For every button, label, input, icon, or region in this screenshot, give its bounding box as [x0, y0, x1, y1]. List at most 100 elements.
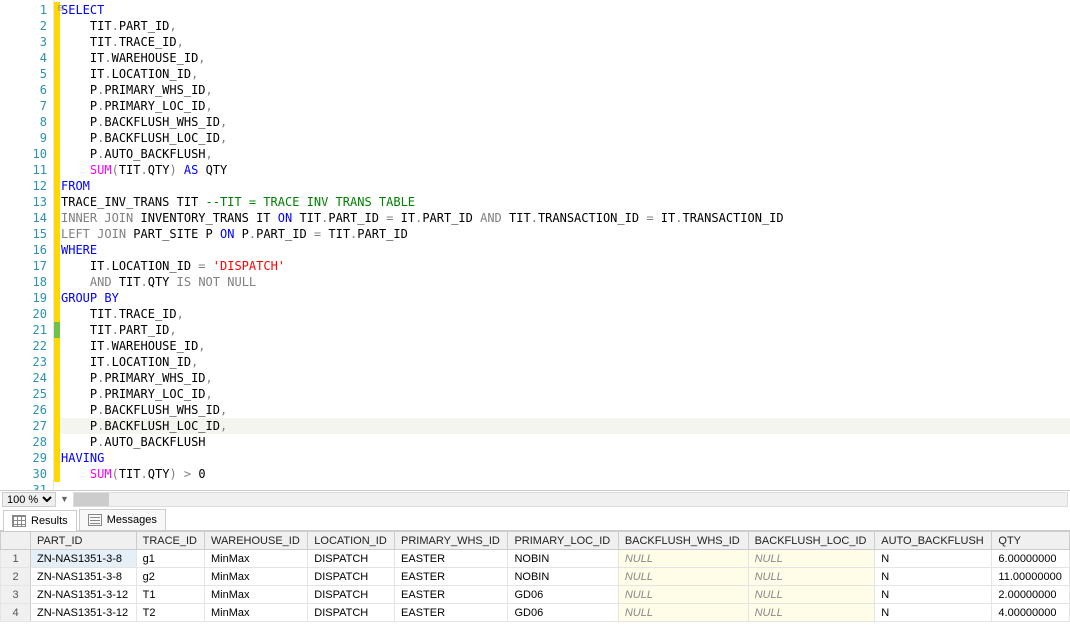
line-number[interactable]: 12	[0, 178, 53, 194]
line-number[interactable]: 19	[0, 290, 53, 306]
line-number[interactable]: 4	[0, 50, 53, 66]
code-line[interactable]: P.BACKFLUSH_WHS_ID,	[60, 114, 1070, 130]
cell[interactable]: DISPATCH	[308, 550, 395, 568]
line-number[interactable]: 7	[0, 98, 53, 114]
cell[interactable]: GD06	[508, 586, 618, 604]
table-row[interactable]: 4ZN-NAS1351-3-12T2MinMaxDISPATCHEASTERGD…	[1, 604, 1070, 622]
cell[interactable]: N	[875, 568, 992, 586]
row-header-corner[interactable]	[1, 532, 31, 550]
cell[interactable]: N	[875, 550, 992, 568]
code-line[interactable]: TIT.TRACE_ID,	[60, 306, 1070, 322]
cell[interactable]: 6.00000000	[992, 550, 1070, 568]
line-number[interactable]: 21	[0, 322, 53, 338]
table-row[interactable]: 3ZN-NAS1351-3-12T1MinMaxDISPATCHEASTERGD…	[1, 586, 1070, 604]
cell[interactable]: DISPATCH	[308, 604, 395, 622]
line-number[interactable]: 27	[0, 418, 53, 434]
cell[interactable]: DISPATCH	[308, 586, 395, 604]
line-number[interactable]: 29	[0, 450, 53, 466]
code-line[interactable]: P.BACKFLUSH_LOC_ID,	[60, 418, 1070, 434]
cell[interactable]: NULL	[748, 586, 875, 604]
cell[interactable]: T1	[136, 586, 204, 604]
cell[interactable]: ZN-NAS1351-3-12	[31, 586, 137, 604]
line-number[interactable]: 6	[0, 82, 53, 98]
line-number[interactable]: 16	[0, 242, 53, 258]
cell[interactable]: NULL	[618, 586, 748, 604]
line-number[interactable]: 8	[0, 114, 53, 130]
cell[interactable]: ZN-NAS1351-3-8	[31, 550, 137, 568]
code-line[interactable]: IT.WAREHOUSE_ID,	[60, 50, 1070, 66]
line-number[interactable]: 24	[0, 370, 53, 386]
cell[interactable]: DISPATCH	[308, 568, 395, 586]
cell[interactable]: 11.00000000	[992, 568, 1070, 586]
column-header[interactable]: LOCATION_ID	[308, 532, 395, 550]
tab-messages[interactable]: Messages	[79, 509, 166, 530]
cell[interactable]: T2	[136, 604, 204, 622]
line-number[interactable]: 20	[0, 306, 53, 322]
code-line[interactable]: AND TIT.QTY IS NOT NULL	[60, 274, 1070, 290]
cell[interactable]: MinMax	[204, 604, 307, 622]
cell[interactable]: EASTER	[395, 604, 508, 622]
column-header[interactable]: TRACE_ID	[136, 532, 204, 550]
code-line[interactable]: TIT.TRACE_ID,	[60, 34, 1070, 50]
column-header[interactable]: AUTO_BACKFLUSH	[875, 532, 992, 550]
line-number[interactable]: 1	[0, 2, 53, 18]
line-number[interactable]: 10	[0, 146, 53, 162]
code-line[interactable]	[60, 482, 1070, 490]
code-line[interactable]: LEFT JOIN PART_SITE P ON P.PART_ID = TIT…	[60, 226, 1070, 242]
cell[interactable]: 2.00000000	[992, 586, 1070, 604]
cell[interactable]: NOBIN	[508, 550, 618, 568]
code-line[interactable]: GROUP BY	[60, 290, 1070, 306]
line-number[interactable]: 15	[0, 226, 53, 242]
column-header[interactable]: PART_ID	[31, 532, 137, 550]
code-line[interactable]: IT.LOCATION_ID,	[60, 354, 1070, 370]
code-line[interactable]: TIT.PART_ID,	[60, 18, 1070, 34]
cell[interactable]: ZN-NAS1351-3-12	[31, 604, 137, 622]
code-line[interactable]: INNER JOIN INVENTORY_TRANS IT ON TIT.PAR…	[60, 210, 1070, 226]
line-number[interactable]: 26	[0, 402, 53, 418]
horizontal-scrollbar[interactable]	[73, 492, 1068, 507]
cell[interactable]: NOBIN	[508, 568, 618, 586]
tab-results[interactable]: Results	[3, 510, 77, 531]
code-line[interactable]: SUM(TIT.QTY) > 0	[60, 466, 1070, 482]
code-line[interactable]: SELECT	[60, 2, 1070, 18]
code-line[interactable]: HAVING	[60, 450, 1070, 466]
line-number[interactable]: 17	[0, 258, 53, 274]
cell[interactable]: NULL	[748, 550, 875, 568]
cell[interactable]: 4.00000000	[992, 604, 1070, 622]
column-header[interactable]: BACKFLUSH_LOC_ID	[748, 532, 875, 550]
code-line[interactable]: P.AUTO_BACKFLUSH	[60, 434, 1070, 450]
line-number-gutter[interactable]: 1234567891011121314151617181920212223242…	[0, 0, 54, 490]
table-row[interactable]: 2ZN-NAS1351-3-8g2MinMaxDISPATCHEASTERNOB…	[1, 568, 1070, 586]
cell[interactable]: EASTER	[395, 550, 508, 568]
cell[interactable]: g1	[136, 550, 204, 568]
code-line[interactable]: P.PRIMARY_LOC_ID,	[60, 386, 1070, 402]
fold-toggle-icon[interactable]: ⊟	[58, 3, 64, 14]
code-line[interactable]: TIT.PART_ID,	[60, 322, 1070, 338]
cell[interactable]: N	[875, 604, 992, 622]
row-number[interactable]: 4	[1, 604, 31, 622]
column-header[interactable]: QTY	[992, 532, 1070, 550]
cell[interactable]: ZN-NAS1351-3-8	[31, 568, 137, 586]
code-line[interactable]: WHERE	[60, 242, 1070, 258]
row-number[interactable]: 2	[1, 568, 31, 586]
row-number[interactable]: 1	[1, 550, 31, 568]
code-line[interactable]: P.PRIMARY_LOC_ID,	[60, 98, 1070, 114]
cell[interactable]: NULL	[748, 604, 875, 622]
code-line[interactable]: P.BACKFLUSH_WHS_ID,	[60, 402, 1070, 418]
line-number[interactable]: 23	[0, 354, 53, 370]
code-line[interactable]: IT.LOCATION_ID = 'DISPATCH'	[60, 258, 1070, 274]
line-number[interactable]: 25	[0, 386, 53, 402]
line-number[interactable]: 28	[0, 434, 53, 450]
code-line[interactable]: IT.WAREHOUSE_ID,	[60, 338, 1070, 354]
cell[interactable]: MinMax	[204, 586, 307, 604]
line-number[interactable]: 13	[0, 194, 53, 210]
cell[interactable]: N	[875, 586, 992, 604]
cell[interactable]: EASTER	[395, 568, 508, 586]
line-number[interactable]: 11	[0, 162, 53, 178]
cell[interactable]: MinMax	[204, 568, 307, 586]
line-number[interactable]: 30	[0, 466, 53, 482]
code-line[interactable]: IT.LOCATION_ID,	[60, 66, 1070, 82]
cell[interactable]: NULL	[748, 568, 875, 586]
line-number[interactable]: 18	[0, 274, 53, 290]
line-number[interactable]: 5	[0, 66, 53, 82]
